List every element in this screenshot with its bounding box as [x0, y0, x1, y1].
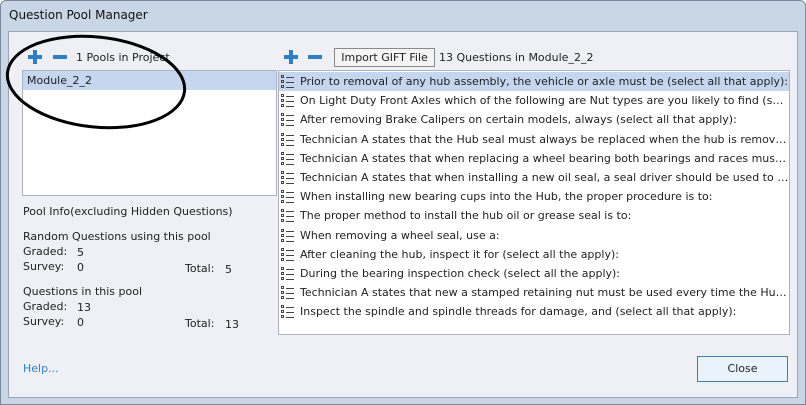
annotation-ellipse — [5, 34, 187, 130]
